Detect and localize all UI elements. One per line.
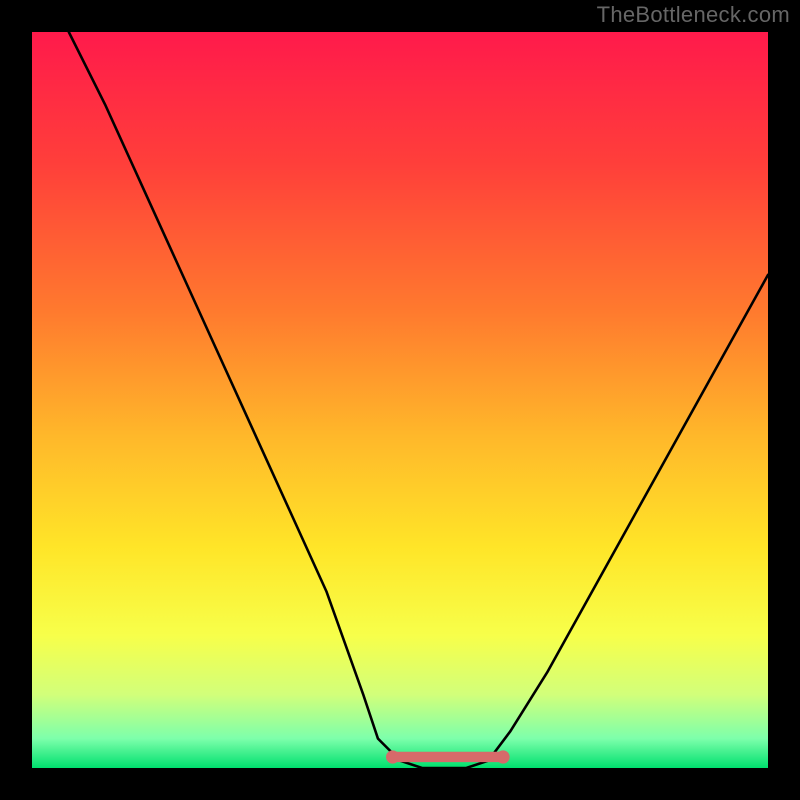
plot-area	[32, 32, 768, 768]
bottleneck-curve	[32, 32, 768, 768]
chart-frame: TheBottleneck.com	[0, 0, 800, 800]
watermark-text: TheBottleneck.com	[597, 2, 790, 28]
